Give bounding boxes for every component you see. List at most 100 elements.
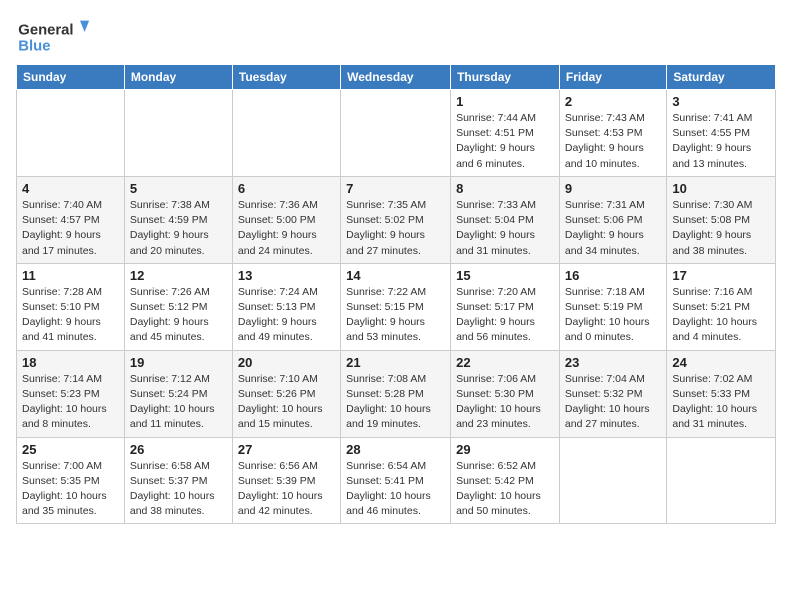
day-info: Sunrise: 7:35 AM Sunset: 5:02 PM Dayligh… <box>346 198 445 259</box>
day-cell: 4 Sunrise: 7:40 AM Sunset: 4:57 PM Daylig… <box>17 176 125 263</box>
day-cell: 18 Sunrise: 7:14 AM Sunset: 5:23 PM Dayli… <box>17 350 125 437</box>
day-number: 29 <box>456 442 554 457</box>
day-info: Sunrise: 7:12 AM Sunset: 5:24 PM Dayligh… <box>130 372 227 433</box>
header-monday: Monday <box>124 65 232 90</box>
day-info: Sunrise: 7:31 AM Sunset: 5:06 PM Dayligh… <box>565 198 661 259</box>
day-cell: 27 Sunrise: 6:56 AM Sunset: 5:39 PM Dayli… <box>232 437 340 524</box>
day-number: 4 <box>22 181 119 196</box>
logo: GeneralBlue <box>16 16 96 56</box>
day-number: 18 <box>22 355 119 370</box>
day-number: 5 <box>130 181 227 196</box>
day-info: Sunrise: 7:28 AM Sunset: 5:10 PM Dayligh… <box>22 285 119 346</box>
day-cell: 19 Sunrise: 7:12 AM Sunset: 5:24 PM Dayli… <box>124 350 232 437</box>
day-cell <box>559 437 666 524</box>
day-info: Sunrise: 7:06 AM Sunset: 5:30 PM Dayligh… <box>456 372 554 433</box>
header-sunday: Sunday <box>17 65 125 90</box>
day-info: Sunrise: 7:02 AM Sunset: 5:33 PM Dayligh… <box>672 372 770 433</box>
day-number: 23 <box>565 355 661 370</box>
day-number: 2 <box>565 94 661 109</box>
day-info: Sunrise: 7:26 AM Sunset: 5:12 PM Dayligh… <box>130 285 227 346</box>
day-number: 15 <box>456 268 554 283</box>
week-row-3: 11Sunrise: 7:28 AM Sunset: 5:10 PM Dayli… <box>17 263 776 350</box>
day-info: Sunrise: 7:20 AM Sunset: 5:17 PM Dayligh… <box>456 285 554 346</box>
header-thursday: Thursday <box>451 65 560 90</box>
svg-text:General: General <box>18 22 73 38</box>
day-info: Sunrise: 7:38 AM Sunset: 4:59 PM Dayligh… <box>130 198 227 259</box>
day-info: Sunrise: 7:44 AM Sunset: 4:51 PM Dayligh… <box>456 111 554 172</box>
day-number: 10 <box>672 181 770 196</box>
day-cell: 14 Sunrise: 7:22 AM Sunset: 5:15 PM Dayli… <box>341 263 451 350</box>
day-number: 14 <box>346 268 445 283</box>
day-cell: 22 Sunrise: 7:06 AM Sunset: 5:30 PM Dayli… <box>451 350 560 437</box>
day-number: 12 <box>130 268 227 283</box>
day-info: Sunrise: 7:04 AM Sunset: 5:32 PM Dayligh… <box>565 372 661 433</box>
day-cell <box>17 90 125 177</box>
day-info: Sunrise: 7:30 AM Sunset: 5:08 PM Dayligh… <box>672 198 770 259</box>
svg-text:Blue: Blue <box>18 38 50 54</box>
day-cell: 29 Sunrise: 6:52 AM Sunset: 5:42 PM Dayli… <box>451 437 560 524</box>
day-info: Sunrise: 6:58 AM Sunset: 5:37 PM Dayligh… <box>130 459 227 520</box>
day-cell: 28Sunrise: 6:54 AM Sunset: 5:41 PM Dayli… <box>341 437 451 524</box>
day-number: 1 <box>456 94 554 109</box>
day-info: Sunrise: 7:24 AM Sunset: 5:13 PM Dayligh… <box>238 285 335 346</box>
day-cell <box>232 90 340 177</box>
day-number: 26 <box>130 442 227 457</box>
day-info: Sunrise: 7:18 AM Sunset: 5:19 PM Dayligh… <box>565 285 661 346</box>
header-friday: Friday <box>559 65 666 90</box>
day-number: 13 <box>238 268 335 283</box>
day-cell: 24 Sunrise: 7:02 AM Sunset: 5:33 PM Dayli… <box>667 350 776 437</box>
week-row-2: 4 Sunrise: 7:40 AM Sunset: 4:57 PM Daylig… <box>17 176 776 263</box>
day-cell: 10 Sunrise: 7:30 AM Sunset: 5:08 PM Dayli… <box>667 176 776 263</box>
day-info: Sunrise: 7:36 AM Sunset: 5:00 PM Dayligh… <box>238 198 335 259</box>
day-number: 25 <box>22 442 119 457</box>
calendar-table: SundayMondayTuesdayWednesdayThursdayFrid… <box>16 64 776 524</box>
logo-icon: GeneralBlue <box>16 16 96 56</box>
day-cell: 15 Sunrise: 7:20 AM Sunset: 5:17 PM Dayli… <box>451 263 560 350</box>
day-number: 27 <box>238 442 335 457</box>
day-info: Sunrise: 7:41 AM Sunset: 4:55 PM Dayligh… <box>672 111 770 172</box>
week-row-5: 25 Sunrise: 7:00 AM Sunset: 5:35 PM Dayli… <box>17 437 776 524</box>
day-number: 16 <box>565 268 661 283</box>
day-cell <box>667 437 776 524</box>
header-wednesday: Wednesday <box>341 65 451 90</box>
week-row-1: 1 Sunrise: 7:44 AM Sunset: 4:51 PM Daylig… <box>17 90 776 177</box>
day-cell: 6 Sunrise: 7:36 AM Sunset: 5:00 PM Daylig… <box>232 176 340 263</box>
header-tuesday: Tuesday <box>232 65 340 90</box>
day-number: 19 <box>130 355 227 370</box>
day-number: 6 <box>238 181 335 196</box>
day-cell: 12 Sunrise: 7:26 AM Sunset: 5:12 PM Dayli… <box>124 263 232 350</box>
page-header: GeneralBlue <box>16 16 776 56</box>
day-cell: 7 Sunrise: 7:35 AM Sunset: 5:02 PM Daylig… <box>341 176 451 263</box>
day-cell: 5 Sunrise: 7:38 AM Sunset: 4:59 PM Daylig… <box>124 176 232 263</box>
day-info: Sunrise: 7:14 AM Sunset: 5:23 PM Dayligh… <box>22 372 119 433</box>
day-number: 20 <box>238 355 335 370</box>
day-info: Sunrise: 7:33 AM Sunset: 5:04 PM Dayligh… <box>456 198 554 259</box>
day-info: Sunrise: 6:56 AM Sunset: 5:39 PM Dayligh… <box>238 459 335 520</box>
day-cell: 3Sunrise: 7:41 AM Sunset: 4:55 PM Daylig… <box>667 90 776 177</box>
day-info: Sunrise: 7:00 AM Sunset: 5:35 PM Dayligh… <box>22 459 119 520</box>
day-cell <box>341 90 451 177</box>
day-info: Sunrise: 7:16 AM Sunset: 5:21 PM Dayligh… <box>672 285 770 346</box>
day-info: Sunrise: 7:22 AM Sunset: 5:15 PM Dayligh… <box>346 285 445 346</box>
day-cell: 16 Sunrise: 7:18 AM Sunset: 5:19 PM Dayli… <box>559 263 666 350</box>
day-cell: 1 Sunrise: 7:44 AM Sunset: 4:51 PM Daylig… <box>451 90 560 177</box>
day-info: Sunrise: 6:52 AM Sunset: 5:42 PM Dayligh… <box>456 459 554 520</box>
day-info: Sunrise: 7:40 AM Sunset: 4:57 PM Dayligh… <box>22 198 119 259</box>
day-info: Sunrise: 7:43 AM Sunset: 4:53 PM Dayligh… <box>565 111 661 172</box>
day-cell: 8 Sunrise: 7:33 AM Sunset: 5:04 PM Daylig… <box>451 176 560 263</box>
day-number: 9 <box>565 181 661 196</box>
day-info: Sunrise: 7:10 AM Sunset: 5:26 PM Dayligh… <box>238 372 335 433</box>
day-number: 24 <box>672 355 770 370</box>
day-number: 8 <box>456 181 554 196</box>
day-cell: 23 Sunrise: 7:04 AM Sunset: 5:32 PM Dayli… <box>559 350 666 437</box>
header-row: SundayMondayTuesdayWednesdayThursdayFrid… <box>17 65 776 90</box>
day-cell: 21Sunrise: 7:08 AM Sunset: 5:28 PM Dayli… <box>341 350 451 437</box>
day-cell: 2 Sunrise: 7:43 AM Sunset: 4:53 PM Daylig… <box>559 90 666 177</box>
day-cell: 9 Sunrise: 7:31 AM Sunset: 5:06 PM Daylig… <box>559 176 666 263</box>
day-number: 22 <box>456 355 554 370</box>
day-cell: 17 Sunrise: 7:16 AM Sunset: 5:21 PM Dayli… <box>667 263 776 350</box>
day-cell: 26 Sunrise: 6:58 AM Sunset: 5:37 PM Dayli… <box>124 437 232 524</box>
day-number: 28 <box>346 442 445 457</box>
day-number: 17 <box>672 268 770 283</box>
day-number: 7 <box>346 181 445 196</box>
